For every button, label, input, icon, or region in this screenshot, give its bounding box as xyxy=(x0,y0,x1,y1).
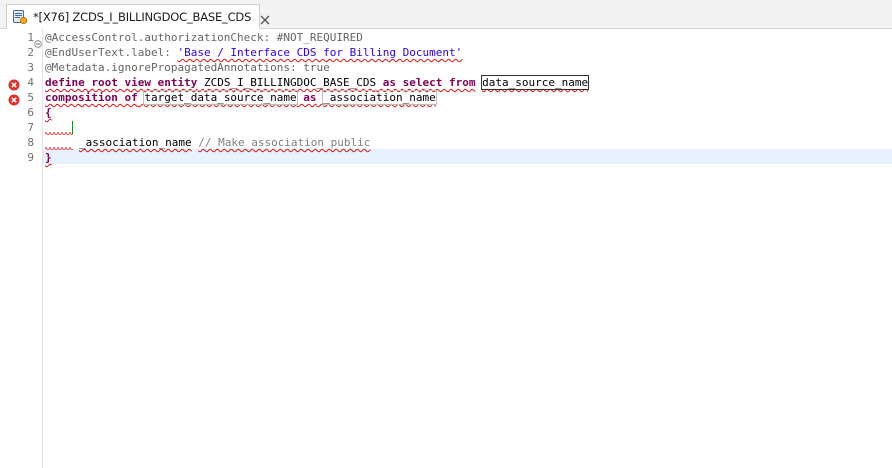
cds-file-icon xyxy=(12,9,28,25)
keyword: composition of xyxy=(45,91,138,104)
keyword: as xyxy=(303,91,317,104)
line-number: 8 xyxy=(27,136,34,149)
keyword: as select from xyxy=(382,76,476,89)
line-number: 1 xyxy=(27,31,34,44)
fold-collapse-icon[interactable] xyxy=(34,33,42,48)
code-text: @EndUserText.label: 'Base / Interface CD… xyxy=(45,45,462,60)
code-text: { xyxy=(45,105,52,120)
entity-name: ZCDS_I_BILLINGDOC_BASE_CDS xyxy=(203,76,377,89)
code-text: composition of target_data_source_name a… xyxy=(45,90,437,105)
tab-title: *[X76] ZCDS_I_BILLINGDOC_BASE_CDS xyxy=(33,10,252,24)
line-number: 7 xyxy=(27,121,34,134)
code-line-5: 5 composition of target_data_source_name… xyxy=(0,90,892,106)
code-line-4: 4 define root view entity ZCDS_I_BILLING… xyxy=(0,75,892,91)
code-line-9: 9 } xyxy=(0,150,892,165)
data-source-placeholder[interactable]: data_source_name xyxy=(481,75,590,90)
code-line-6: 6 { xyxy=(0,105,892,120)
close-icon[interactable] xyxy=(259,11,271,25)
association-field: _association_name xyxy=(79,136,192,149)
code-line-7: 7 xyxy=(0,120,892,135)
line-number: 3 xyxy=(27,61,34,74)
editor-tab-bar: *[X76] ZCDS_I_BILLINGDOC_BASE_CDS xyxy=(0,0,892,29)
code-text: } xyxy=(45,150,52,165)
line-number: 2 xyxy=(27,46,34,59)
line-number: 5 xyxy=(27,91,34,104)
error-icon[interactable] xyxy=(8,91,20,106)
string-literal: 'Base / Interface CDS for Billing Docume… xyxy=(177,46,463,59)
annotation-text: @AccessControl.authorizationCheck: #NOT_… xyxy=(45,31,363,44)
code-text: define root view entity ZCDS_I_BILLINGDO… xyxy=(45,75,590,90)
code-line-8: 8 _association_name // Make association … xyxy=(0,135,892,150)
brace-open: { xyxy=(45,106,52,119)
error-icon[interactable] xyxy=(8,76,20,91)
line-number: 4 xyxy=(27,76,34,89)
code-text: _association_name // Make association pu… xyxy=(79,135,370,150)
text-cursor xyxy=(72,121,73,134)
target-placeholder[interactable]: target_data_source_name xyxy=(143,90,298,105)
editor-tab[interactable]: *[X76] ZCDS_I_BILLINGDOC_BASE_CDS xyxy=(6,4,270,29)
code-line-2: 2 @EndUserText.label: 'Base / Interface … xyxy=(0,45,892,60)
association-placeholder[interactable]: _association_name xyxy=(322,90,437,105)
keyword: define root view entity xyxy=(45,76,198,89)
code-editor[interactable]: 1 @AccessControl.authorizationCheck: #NO… xyxy=(0,29,892,468)
annotation-text: @Metadata.ignorePropagatedAnnotations: t… xyxy=(45,61,330,74)
code-text: @AccessControl.authorizationCheck: #NOT_… xyxy=(45,30,363,45)
code-line-3: 3 @Metadata.ignorePropagatedAnnotations:… xyxy=(0,60,892,75)
code-line-1: 1 @AccessControl.authorizationCheck: #NO… xyxy=(0,30,892,48)
brace-close: } xyxy=(45,151,52,164)
code-text: @Metadata.ignorePropagatedAnnotations: t… xyxy=(45,60,330,75)
annotation-text: @EndUserText.label: xyxy=(45,46,178,59)
line-number: 9 xyxy=(27,151,34,164)
line-number: 6 xyxy=(27,106,34,119)
adt-cds-editor-window: *[X76] ZCDS_I_BILLINGDOC_BASE_CDS 1 @Acc… xyxy=(0,0,892,468)
code-comment: // Make association public xyxy=(198,136,371,149)
